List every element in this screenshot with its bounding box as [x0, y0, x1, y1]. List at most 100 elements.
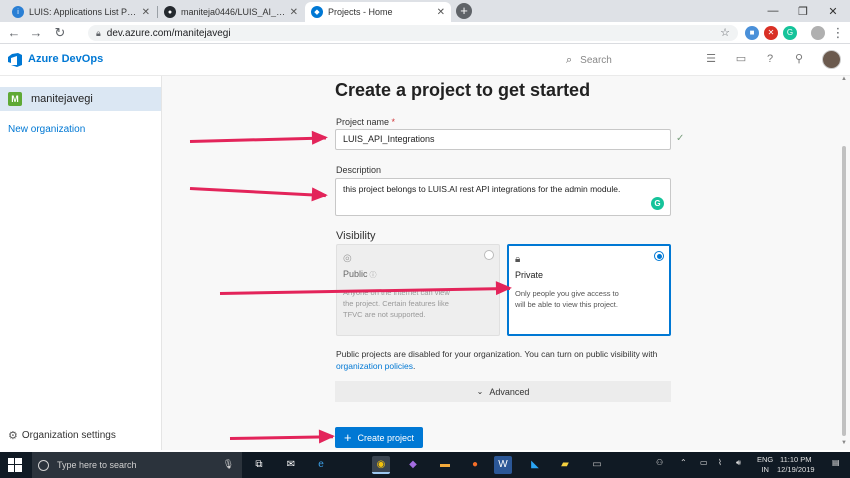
reload-icon[interactable]: ↻	[52, 25, 68, 41]
public-note-end: .	[413, 361, 416, 371]
advanced-toggle[interactable]: ⌄ Advanced	[335, 381, 671, 402]
notifications-icon[interactable]: ▤	[832, 458, 840, 467]
windows-start-icon[interactable]	[8, 458, 22, 472]
organization-settings-link[interactable]: ⚙ Organization settings	[8, 429, 116, 442]
word-icon[interactable]: W	[494, 456, 512, 474]
address-bar[interactable]: 🔒︎ dev.azure.com/manitejavegi	[88, 25, 738, 41]
create-project-button[interactable]: + Create project	[335, 427, 423, 448]
chrome-icon[interactable]: ◉	[372, 456, 390, 474]
brand-name[interactable]: Azure DevOps	[28, 53, 103, 65]
create-project-label: Create project	[357, 432, 415, 443]
windows-taskbar: Type here to search 🎙︎ ⧉ ✉ e ◉ ◆ ▬ ● W ◣…	[0, 452, 850, 478]
clock-time: 11:10 PM	[780, 455, 812, 464]
project-name-input[interactable]: LUIS_API_Integrations	[335, 129, 671, 150]
advanced-label: Advanced	[489, 386, 530, 397]
battery-icon[interactable]: ▭	[700, 458, 708, 467]
terminal-icon[interactable]: ▭	[588, 456, 606, 474]
project-name-label: Project name *	[336, 117, 395, 127]
organization-policies-link[interactable]: organization policies	[336, 361, 413, 371]
clock-date: 12/19/2019	[777, 465, 815, 474]
tab-label: Projects - Home	[328, 7, 393, 17]
minimize-icon[interactable]: —	[758, 0, 788, 22]
private-radio[interactable]	[654, 251, 664, 261]
edge-icon[interactable]: e	[312, 456, 330, 474]
private-description: Only people you give access to will be a…	[515, 289, 619, 309]
cortana-icon	[38, 459, 49, 471]
grammarly-extension-icon[interactable]: G	[783, 26, 797, 40]
extension-icon[interactable]: ✕	[764, 26, 778, 40]
browser-tab-projects-home[interactable]: ◆ Projects - Home ✕	[305, 2, 451, 22]
browser-tab-luis[interactable]: i LUIS: Applications List Page ✕	[6, 2, 156, 22]
scroll-up-icon[interactable]: ▲	[840, 76, 848, 82]
search-box[interactable]: ⌕ Search	[566, 51, 688, 69]
tab-label: LUIS: Applications List Page	[29, 7, 138, 17]
menu-icon[interactable]: ⋮	[830, 25, 846, 41]
sidebar: M manitejavegi New organization ⚙ Organi…	[0, 76, 162, 450]
browser-tab-github[interactable]: ● maniteja0446/LUIS_AI_API: luis.ai ✕	[158, 2, 304, 22]
scroll-down-icon[interactable]: ▼	[840, 440, 848, 446]
user-settings-icon[interactable]: ⚲	[792, 52, 806, 66]
lock-icon: 🔒︎	[515, 254, 521, 265]
network-icon[interactable]: ⌇	[718, 458, 722, 467]
vscode-icon[interactable]: ◣	[526, 456, 544, 474]
avatar[interactable]	[822, 50, 841, 69]
new-tab-icon[interactable]: +	[456, 3, 472, 19]
people-icon[interactable]: ⚇	[656, 458, 663, 467]
page-title: Create a project to get started	[335, 80, 591, 100]
browser-tab-strip: i LUIS: Applications List Page ✕ ● manit…	[0, 0, 850, 22]
ado-header: Azure DevOps ⌕ Search ☰ ▭ ? ⚲	[0, 44, 850, 76]
chevron-down-icon: ⌄	[476, 387, 484, 396]
clock[interactable]: 11:10 PM 12/19/2019	[777, 455, 815, 475]
app-icon[interactable]: ●	[466, 456, 484, 474]
language-indicator[interactable]: ENG IN	[757, 455, 773, 475]
org-badge: M	[8, 92, 22, 106]
microphone-icon[interactable]: 🎙︎	[223, 459, 234, 470]
lock-icon: 🔒︎	[96, 27, 101, 38]
plus-icon: +	[343, 430, 352, 445]
visual-studio-icon[interactable]: ◆	[404, 456, 422, 474]
file-explorer-icon[interactable]: ▬	[436, 456, 454, 474]
maximize-icon[interactable]: ❐	[788, 0, 818, 22]
mail-icon[interactable]: ✉	[282, 456, 300, 474]
azure-devops-logo[interactable]	[8, 53, 22, 67]
close-icon[interactable]: ✕	[437, 7, 445, 18]
tab-label: maniteja0446/LUIS_AI_API: luis.ai	[181, 7, 286, 17]
visibility-private-card[interactable]: 🔒︎ Private Only people you give access t…	[507, 244, 671, 336]
description-textarea[interactable]: this project belongs to LUIS.AI rest API…	[335, 178, 671, 216]
url-text: dev.azure.com/manitejavegi	[106, 27, 231, 39]
back-icon[interactable]: ←	[6, 25, 22, 41]
task-view-icon[interactable]: ⧉	[250, 456, 268, 474]
help-icon[interactable]: ?	[763, 52, 777, 66]
bookmark-star-icon[interactable]: ☆	[717, 25, 733, 41]
info-icon: ⓘ	[369, 272, 377, 279]
public-note-text: Public projects are disabled for your or…	[336, 349, 658, 359]
check-icon: ✓	[676, 133, 685, 144]
volume-icon[interactable]: 🔊︎	[736, 458, 741, 468]
search-icon: ⌕	[566, 53, 573, 66]
scrollbar-thumb[interactable]	[842, 146, 846, 436]
close-icon[interactable]: ✕	[142, 7, 150, 18]
public-projects-note: Public projects are disabled for your or…	[336, 348, 676, 372]
browser-toolbar: ← → ↻ 🔒︎ dev.azure.com/manitejavegi ☆ ■ …	[0, 22, 850, 44]
list-icon[interactable]: ☰	[704, 52, 718, 66]
new-organization-link[interactable]: New organization	[8, 124, 85, 135]
extension-icon[interactable]: ■	[745, 26, 759, 40]
forward-icon[interactable]: →	[28, 25, 44, 41]
chevron-up-icon[interactable]: ⌃	[680, 458, 687, 467]
profile-avatar[interactable]	[811, 26, 825, 40]
taskbar-search[interactable]: Type here to search 🎙︎	[32, 452, 242, 478]
marketplace-icon[interactable]: ▭	[734, 52, 748, 66]
taskbar-search-placeholder: Type here to search	[57, 460, 137, 470]
grammarly-icon[interactable]: G	[651, 197, 664, 210]
description-label: Description	[336, 165, 382, 175]
search-placeholder: Search	[580, 54, 612, 66]
close-icon[interactable]: ✕	[290, 7, 298, 18]
sticky-notes-icon[interactable]: ▰	[556, 456, 574, 474]
public-title-text: Public	[343, 269, 368, 279]
public-radio[interactable]	[484, 250, 494, 260]
scrollbar[interactable]: ▲ ▼	[840, 76, 848, 450]
sidebar-item-organization[interactable]: M manitejavegi	[0, 87, 161, 111]
window-close-icon[interactable]: ✕	[818, 0, 848, 22]
organization-settings-label: Organization settings	[21, 430, 116, 441]
language-code: ENG	[757, 455, 774, 464]
